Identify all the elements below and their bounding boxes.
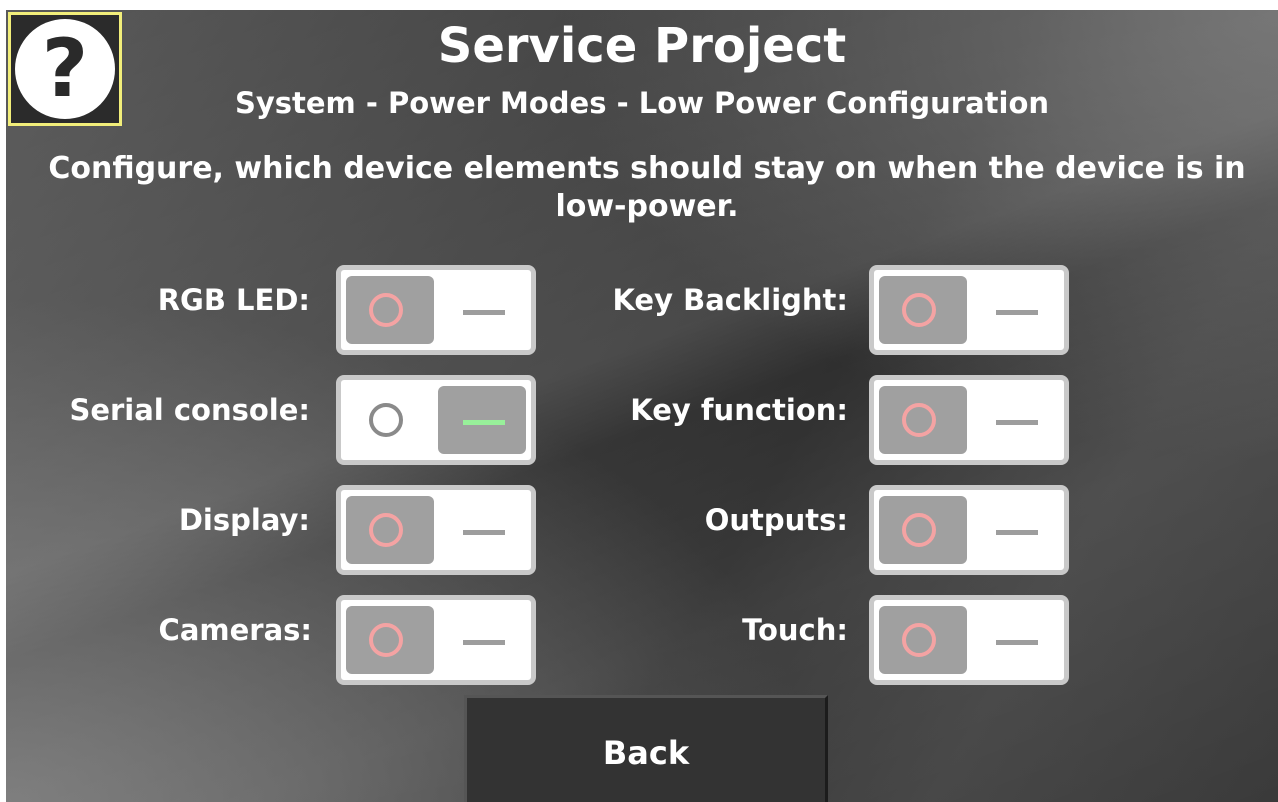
off-indicator-icon [902, 293, 936, 327]
toggle-display[interactable] [336, 485, 536, 575]
on-indicator-icon [463, 310, 505, 315]
toggle-serial-console[interactable] [336, 375, 536, 465]
on-indicator-icon [996, 530, 1038, 535]
on-indicator-icon [463, 530, 505, 535]
label-touch: Touch: [742, 613, 848, 647]
on-indicator-icon [996, 420, 1038, 425]
label-cameras: Cameras: [158, 613, 312, 647]
toggle-rgb-led[interactable] [336, 265, 536, 355]
description-text: Configure, which device elements should … [48, 151, 1246, 224]
label-display: Display: [178, 503, 310, 537]
back-button-label: Back [602, 734, 690, 772]
screen: ? Service Project System - Power Modes -… [6, 10, 1278, 802]
toggle-key-function[interactable] [869, 375, 1069, 465]
on-indicator-icon [463, 640, 505, 645]
toggle-outputs[interactable] [869, 485, 1069, 575]
back-button[interactable]: Back [464, 695, 828, 802]
label-key-backlight: Key Backlight: [612, 283, 848, 317]
on-indicator-icon [996, 310, 1038, 315]
off-indicator-icon [902, 513, 936, 547]
breadcrumb: System - Power Modes - Low Power Configu… [234, 86, 1050, 120]
off-indicator-icon [902, 403, 936, 437]
toggle-touch[interactable] [869, 595, 1069, 685]
off-indicator-icon [902, 623, 936, 657]
label-rgb-led: RGB LED: [157, 283, 310, 317]
toggle-key-backlight[interactable] [869, 265, 1069, 355]
page-title: Service Project [437, 18, 847, 74]
on-indicator-icon [463, 420, 505, 425]
off-indicator-icon [369, 293, 403, 327]
toggle-cameras[interactable] [336, 595, 536, 685]
on-indicator-icon [996, 640, 1038, 645]
label-key-function: Key function: [630, 393, 848, 427]
off-indicator-icon [369, 513, 403, 547]
label-outputs: Outputs: [704, 503, 848, 537]
off-indicator-icon [369, 623, 403, 657]
label-serial-console: Serial console: [69, 393, 310, 427]
off-indicator-icon [369, 403, 403, 437]
